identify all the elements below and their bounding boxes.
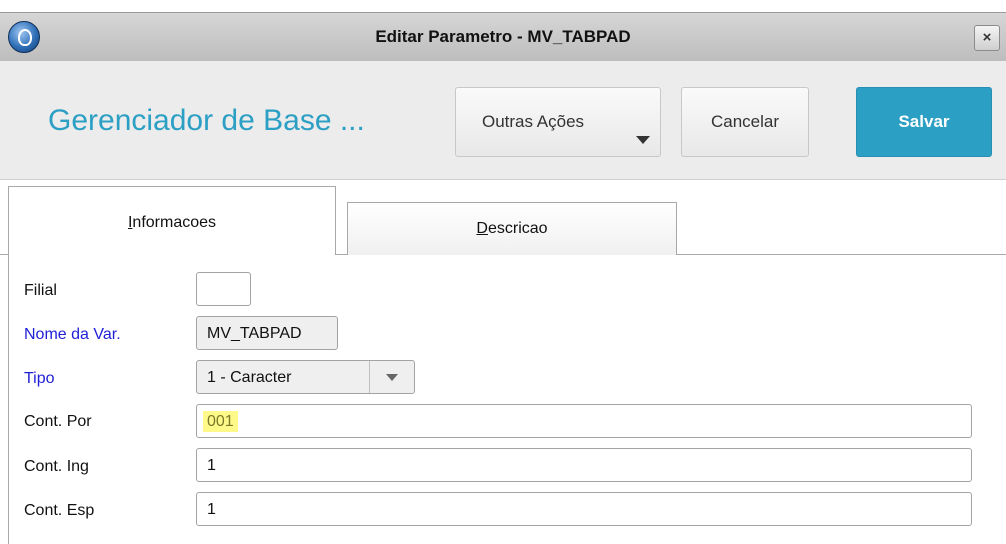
tipo-label: Tipo bbox=[24, 370, 55, 387]
window-title: Editar Parametro - MV_TABPAD bbox=[375, 27, 631, 46]
other-actions-button[interactable]: Outras Ações bbox=[455, 87, 661, 157]
cont-ing-label: Cont. Ing bbox=[24, 458, 89, 475]
nome-var-label: Nome da Var. bbox=[24, 326, 121, 343]
tab-descricao[interactable]: Descricao bbox=[347, 202, 677, 255]
tab-informacoes[interactable]: Informacoes bbox=[8, 186, 336, 255]
chevron-down-icon[interactable] bbox=[369, 361, 414, 393]
tipo-select[interactable]: 1 - Caracter bbox=[196, 360, 415, 394]
close-button[interactable]: × bbox=[974, 25, 1000, 51]
filial-label: Filial bbox=[24, 282, 57, 299]
filial-field[interactable] bbox=[196, 272, 251, 306]
cont-esp-field[interactable]: 1 bbox=[196, 492, 972, 526]
other-actions-label: Outras Ações bbox=[482, 112, 585, 131]
tab-descricao-accesskey: D bbox=[476, 220, 488, 237]
chevron-down-icon bbox=[636, 136, 650, 144]
nome-var-field[interactable]: MV_TABPAD bbox=[196, 316, 338, 350]
title-bar: Editar Parametro - MV_TABPAD × bbox=[0, 12, 1006, 62]
cont-ing-field[interactable]: 1 bbox=[196, 448, 972, 482]
cont-por-field[interactable]: 001 bbox=[196, 404, 972, 438]
page-title: Gerenciador de Base ... bbox=[48, 104, 365, 137]
cont-esp-label: Cont. Esp bbox=[24, 502, 95, 519]
tab-descricao-label: escricao bbox=[487, 220, 548, 237]
save-button[interactable]: Salvar bbox=[856, 87, 992, 157]
tab-informacoes-label: nformacoes bbox=[132, 214, 217, 231]
cancel-button[interactable]: Cancelar bbox=[681, 87, 809, 157]
tipo-value: 1 - Caracter bbox=[207, 369, 292, 386]
cont-por-label: Cont. Por bbox=[24, 413, 92, 430]
cont-por-value: 001 bbox=[203, 411, 238, 432]
